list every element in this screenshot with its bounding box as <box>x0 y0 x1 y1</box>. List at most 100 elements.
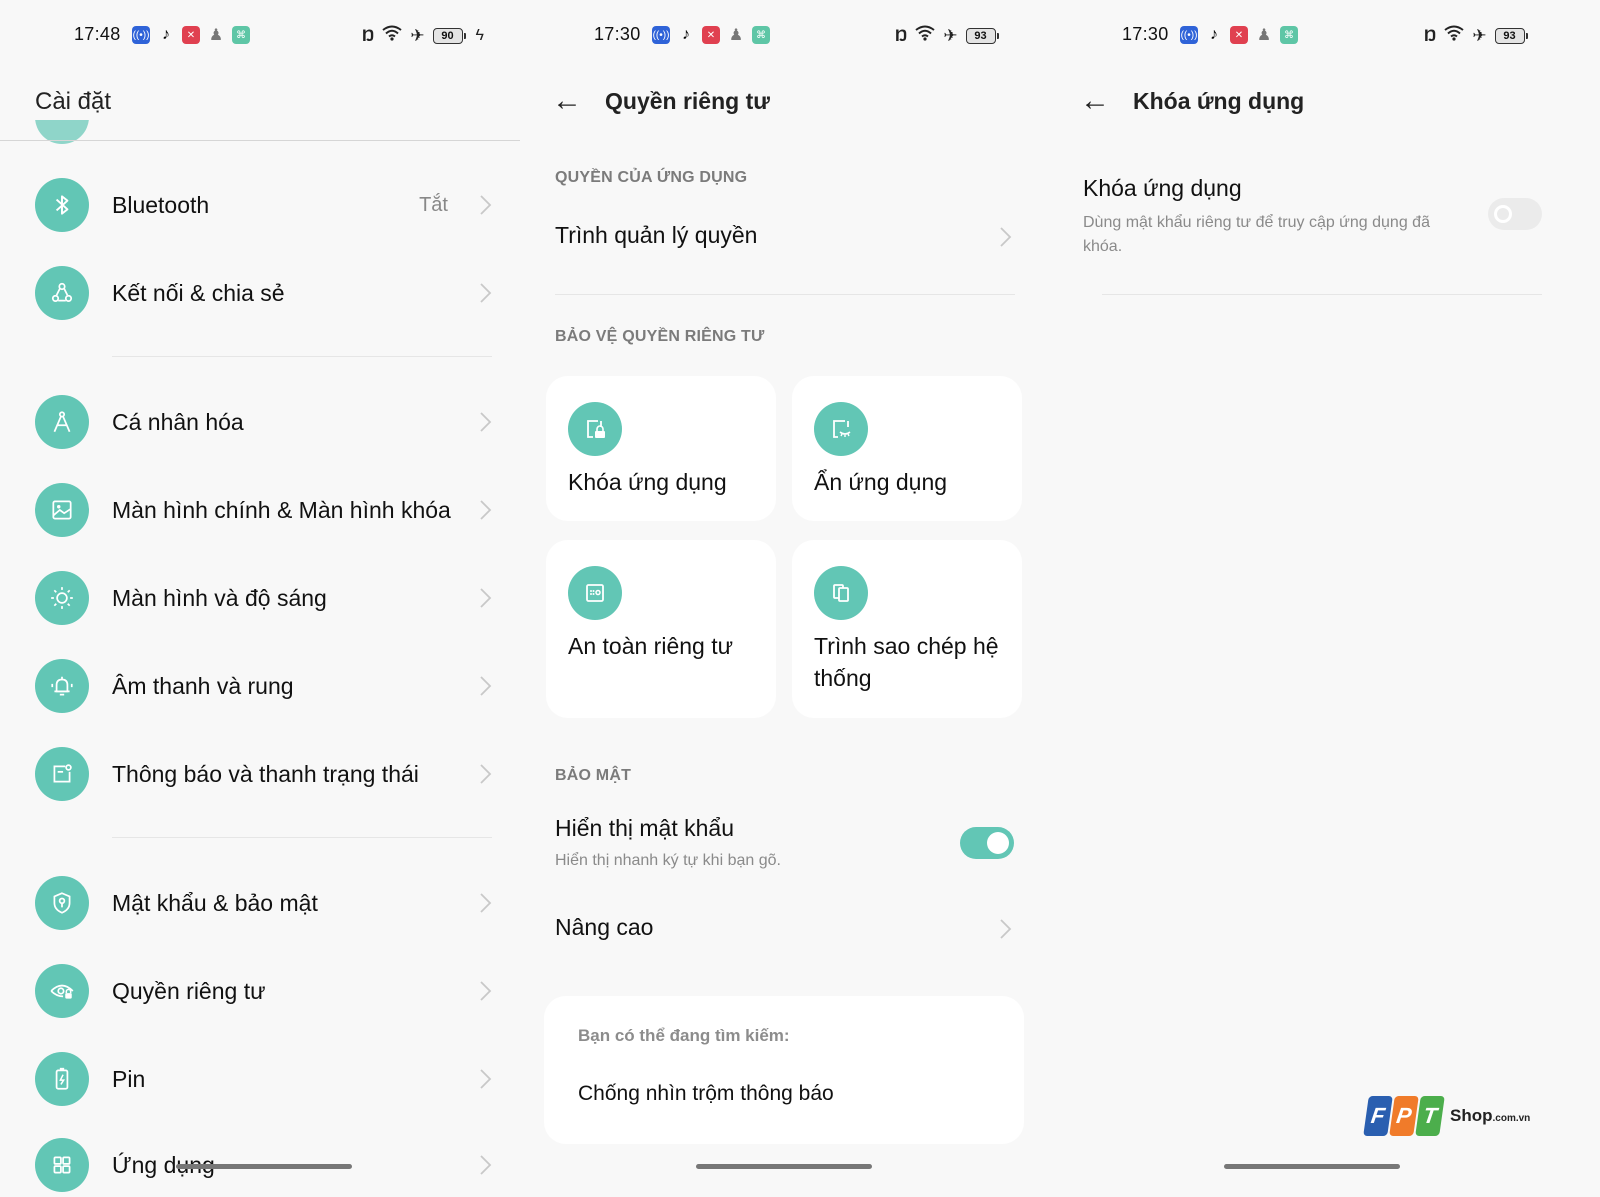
bluetooth-status: Tắt <box>419 193 448 216</box>
fpt-shop-watermark: F P T Shop.com.vn <box>1363 1096 1530 1136</box>
chevron-right-icon <box>478 588 492 608</box>
shop-domain: .com.vn <box>1492 1113 1531 1124</box>
system-icons: Ŋ ✈ 93 <box>1424 25 1528 46</box>
shield-key-icon <box>35 876 89 930</box>
system-icons: Ŋ ✈ 90 ϟ <box>362 25 484 46</box>
settings-item-personalization[interactable]: Cá nhân hóa <box>0 387 520 457</box>
suggestion-item[interactable]: Chống nhìn trộm thông báo <box>578 1082 834 1106</box>
tiktok-icon: ♪ <box>682 26 690 43</box>
card-label: Trình sao chép hệ thống <box>814 633 999 691</box>
status-time: 17:30 <box>594 24 641 44</box>
app-lock-panel: 17:30 ((•)) ♪ ✕ ♟ ⌘ Ŋ ✈ 93 ← Khóa ứng dụ… <box>1060 0 1600 1197</box>
card-hide-apps[interactable]: Ẩn ứng dụng <box>792 376 1022 521</box>
item-label: Màn hình và độ sáng <box>112 584 327 611</box>
green-app-icon: ⌘ <box>1280 26 1298 44</box>
app-lock-row: Khóa ứng dụng Dùng mật khẩu riêng tư để … <box>1060 170 1600 270</box>
wifi-icon <box>1444 25 1464 46</box>
status-time: 17:30 <box>1122 24 1169 44</box>
chevron-right-icon <box>478 893 492 913</box>
row-label: Hiển thị mật khẩu <box>555 815 734 841</box>
show-password-toggle[interactable] <box>960 827 1014 859</box>
settings-item-connection-sharing[interactable]: Kết nối & chia sẻ <box>0 258 520 328</box>
battery-indicator: 93 <box>1494 27 1528 44</box>
red-app-icon: ✕ <box>702 26 720 44</box>
back-arrow-icon[interactable]: ← <box>1080 84 1110 118</box>
settings-item-password-security[interactable]: Mật khẩu & bảo mật <box>0 868 520 938</box>
privacy-panel: 17:30 ((•)) ♪ ✕ ♟ ⌘ Ŋ ✈ 93 ← Quyền riêng… <box>530 0 1060 1197</box>
page-title: Cài đặt <box>35 88 112 115</box>
tiktok-icon: ♪ <box>1210 26 1218 43</box>
notification-icons: ((•)) ♪ ✕ ♟ ⌘ <box>652 26 770 44</box>
settings-item-battery[interactable]: Pin <box>0 1044 520 1114</box>
app-lock-icon <box>568 402 622 456</box>
nfc-icon: Ŋ <box>1424 25 1437 45</box>
wallpaper-image-icon <box>35 483 89 537</box>
chevron-right-icon <box>998 226 1012 247</box>
broadcast-app-icon: ((•)) <box>132 26 150 44</box>
settings-item-display-brightness[interactable]: Màn hình và độ sáng <box>0 563 520 633</box>
card-app-lock[interactable]: Khóa ứng dụng <box>546 376 776 521</box>
item-label: Quyền riêng tư <box>112 977 266 1004</box>
red-app-icon: ✕ <box>182 26 200 44</box>
brightness-sun-icon <box>35 571 89 625</box>
row-divider <box>1102 294 1542 295</box>
app-hide-icon <box>814 402 868 456</box>
battery-icon <box>35 1052 89 1106</box>
header-divider <box>0 140 520 141</box>
wifi-icon <box>382 25 402 46</box>
settings-item-privacy[interactable]: Quyền riêng tư <box>0 956 520 1026</box>
permission-manager-row[interactable]: Trình quản lý quyền <box>530 210 1050 266</box>
charging-bolt-icon: ϟ <box>475 26 485 44</box>
settings-item-sound-vibration[interactable]: Âm thanh và rung <box>0 651 520 721</box>
person-app-icon: ♟ <box>728 27 744 44</box>
status-bar: 17:30 ((•)) ♪ ✕ ♟ ⌘ Ŋ ✈ 93 <box>1060 22 1600 50</box>
back-arrow-icon[interactable]: ← <box>552 84 582 118</box>
home-indicator[interactable] <box>176 1164 352 1169</box>
person-app-icon: ♟ <box>208 27 224 44</box>
notification-icon <box>35 747 89 801</box>
status-bar: 17:48 ((•)) ♪ ✕ ♟ ⌘ Ŋ ✈ 90 ϟ <box>0 22 530 50</box>
tiktok-icon: ♪ <box>162 26 170 43</box>
private-safe-icon <box>568 566 622 620</box>
shop-label: Shop <box>1450 1106 1493 1125</box>
broadcast-app-icon: ((•)) <box>1180 26 1198 44</box>
section-divider <box>555 294 1015 295</box>
chevron-right-icon <box>478 500 492 520</box>
bell-vibrate-icon <box>35 659 89 713</box>
card-system-cloner[interactable]: Trình sao chép hệ thống <box>792 540 1022 718</box>
bluetooth-icon <box>35 178 89 232</box>
broadcast-app-icon: ((•)) <box>652 26 670 44</box>
status-time: 17:48 <box>74 24 121 44</box>
page-title: Khóa ứng dụng <box>1133 88 1305 114</box>
item-label: Bluetooth <box>112 191 210 218</box>
settings-item-bluetooth[interactable]: Bluetooth Tắt <box>0 170 520 240</box>
status-bar: 17:30 ((•)) ♪ ✕ ♟ ⌘ Ŋ ✈ 93 <box>530 22 1060 50</box>
group-divider <box>112 837 492 838</box>
chevron-right-icon <box>998 918 1012 939</box>
settings-item-notifications-statusbar[interactable]: Thông báo và thanh trạng thái <box>0 739 520 809</box>
item-label: Màn hình chính & Màn hình khóa <box>112 496 451 523</box>
card-private-safe[interactable]: An toàn riêng tư <box>546 540 776 718</box>
suggestions-title: Bạn có thể đang tìm kiếm: <box>578 1026 790 1045</box>
person-app-icon: ♟ <box>1256 27 1272 44</box>
home-indicator[interactable] <box>1224 1164 1400 1169</box>
system-cloner-icon <box>814 566 868 620</box>
airplane-mode-icon: ✈ <box>1472 25 1487 45</box>
card-label: Khóa ứng dụng <box>568 469 727 495</box>
app-lock-toggle[interactable] <box>1488 198 1542 230</box>
home-indicator[interactable] <box>696 1164 872 1169</box>
advanced-row[interactable]: Nâng cao <box>530 900 1050 956</box>
settings-panel: 17:48 ((•)) ♪ ✕ ♟ ⌘ Ŋ ✈ 90 ϟ Cài đặt Blu… <box>0 0 530 1197</box>
chevron-right-icon <box>478 676 492 696</box>
section-privacy-protection: BẢO VỆ QUYỀN RIÊNG TƯ <box>555 328 765 345</box>
system-icons: Ŋ ✈ 93 <box>895 25 999 46</box>
apps-grid-icon <box>35 1138 89 1192</box>
chevron-right-icon <box>478 764 492 784</box>
card-label: An toàn riêng tư <box>568 633 733 659</box>
search-suggestions-card: Bạn có thể đang tìm kiếm: Chống nhìn trộ… <box>544 996 1024 1144</box>
wifi-icon <box>915 25 935 46</box>
settings-item-home-lock-screen[interactable]: Màn hình chính & Màn hình khóa <box>0 475 520 545</box>
nfc-icon: Ŋ <box>362 25 375 45</box>
item-label: Mật khẩu & bảo mật <box>112 889 318 916</box>
fpt-shop-text: Shop.com.vn <box>1450 1106 1530 1126</box>
